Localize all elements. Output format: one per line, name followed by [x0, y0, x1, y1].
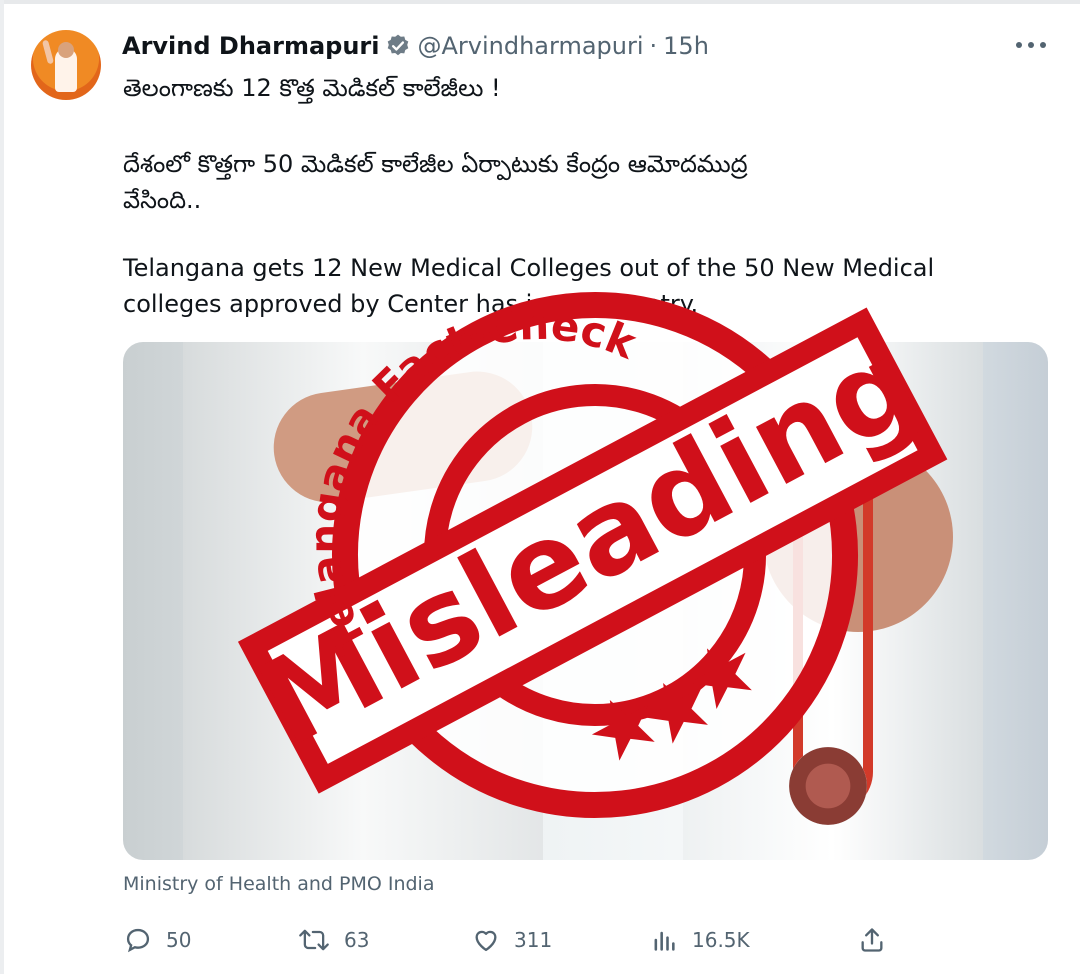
stethoscope-bell — [789, 747, 867, 825]
tweet-text-line: వేసింది.. — [123, 186, 202, 214]
analytics-icon — [654, 931, 675, 951]
heart-icon — [475, 930, 497, 952]
tweet-text-line: తెలంగాణకు 12 కొత్త మెడికల్ కాలేజీలు ! — [123, 74, 501, 102]
tweet-card: Arvind Dharmapuri @Arvindharmapuri · 15h… — [0, 0, 1080, 974]
like-button[interactable]: 311 — [472, 924, 552, 956]
share-icon — [861, 928, 883, 952]
author-name[interactable]: Arvind Dharmapuri — [122, 32, 379, 60]
reply-button[interactable]: 50 — [124, 924, 191, 956]
tweet-text-line: Telangana gets 12 New Medical Colleges o… — [123, 254, 935, 282]
like-count: 311 — [514, 928, 553, 952]
tweet-text-line: colleges approved by Center has in the c… — [123, 290, 699, 318]
share-button[interactable] — [858, 924, 900, 956]
reply-count: 50 — [166, 928, 192, 952]
retweet-icon — [299, 929, 329, 951]
tweet-media-image[interactable] — [123, 342, 1048, 860]
reply-icon — [126, 928, 150, 953]
left-divider — [0, 0, 4, 974]
retweet-button[interactable]: 63 — [298, 924, 369, 956]
media-caption[interactable]: Ministry of Health and PMO India — [123, 873, 434, 895]
views-button[interactable]: 16.5K — [650, 924, 750, 956]
verified-badge-icon — [388, 34, 409, 56]
tweet-time[interactable]: 15h — [663, 32, 709, 60]
avatar-head — [58, 42, 74, 58]
retweet-count: 63 — [344, 928, 370, 952]
separator-dot: · — [649, 32, 658, 60]
author-avatar[interactable] — [31, 30, 101, 100]
more-options-icon[interactable] — [1016, 38, 1050, 54]
tweet-text-line: దేశంలో కొత్తగా 50 మెడికల్ కాలేజీల ఏర్పాట… — [123, 150, 748, 178]
stethoscope-tube — [793, 362, 873, 812]
avatar-arm — [41, 39, 55, 65]
view-count: 16.5K — [692, 928, 750, 952]
author-handle[interactable]: @Arvindharmapuri — [417, 32, 643, 60]
tweet-header: Arvind Dharmapuri @Arvindharmapuri · 15h — [122, 31, 709, 61]
top-divider — [0, 0, 1080, 4]
